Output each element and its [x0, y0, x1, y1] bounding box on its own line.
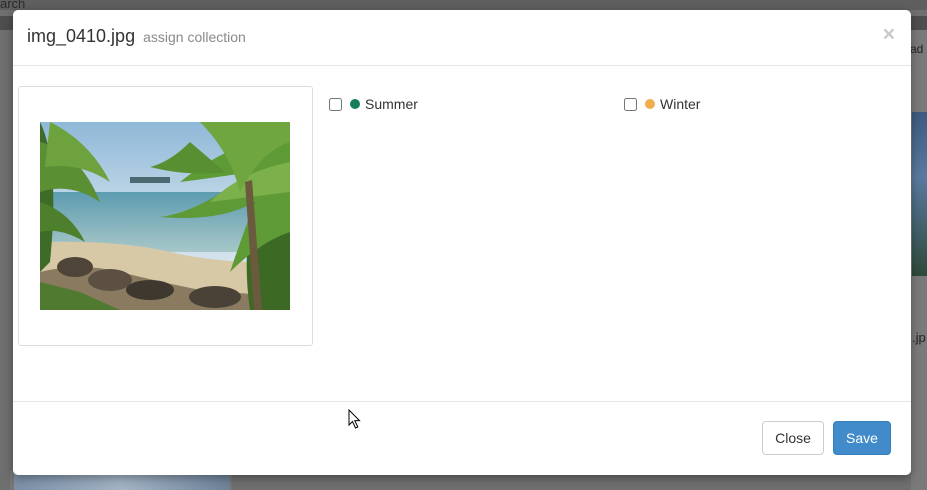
background-thumbnail-image — [14, 474, 230, 490]
background-topbar — [0, 0, 927, 10]
background-upload-text: ad — [910, 42, 924, 56]
summer-color-dot — [350, 99, 360, 109]
winter-checkbox[interactable] — [624, 97, 637, 111]
mouse-pointer-icon — [348, 409, 361, 429]
save-button[interactable]: Save — [833, 421, 891, 455]
modal-subtitle: assign collection — [143, 29, 246, 45]
beach-palm-photo — [40, 122, 290, 310]
image-preview-card — [18, 86, 313, 346]
modal-body: Summer Winter — [13, 66, 911, 401]
image-preview — [40, 122, 290, 310]
summer-label: Summer — [365, 96, 418, 112]
image-filename: img_0410.jpg — [27, 26, 136, 46]
assign-collection-modal: img_0410.jpg assign collection × Summer … — [13, 10, 911, 475]
background-filename: .jp — [912, 330, 926, 345]
winter-color-dot — [645, 99, 655, 109]
close-button[interactable]: Close — [762, 421, 824, 455]
background-thumbnail — [912, 112, 927, 276]
modal-footer: Close Save — [13, 401, 911, 475]
collection-option-winter[interactable]: Winter — [624, 96, 700, 112]
close-icon[interactable]: × — [883, 24, 895, 45]
winter-label: Winter — [660, 96, 701, 112]
collection-option-summer[interactable]: Summer — [329, 96, 418, 112]
modal-title: img_0410.jpg assign collection — [27, 26, 246, 47]
summer-checkbox[interactable] — [329, 97, 342, 111]
modal-header: img_0410.jpg assign collection × — [13, 10, 911, 66]
